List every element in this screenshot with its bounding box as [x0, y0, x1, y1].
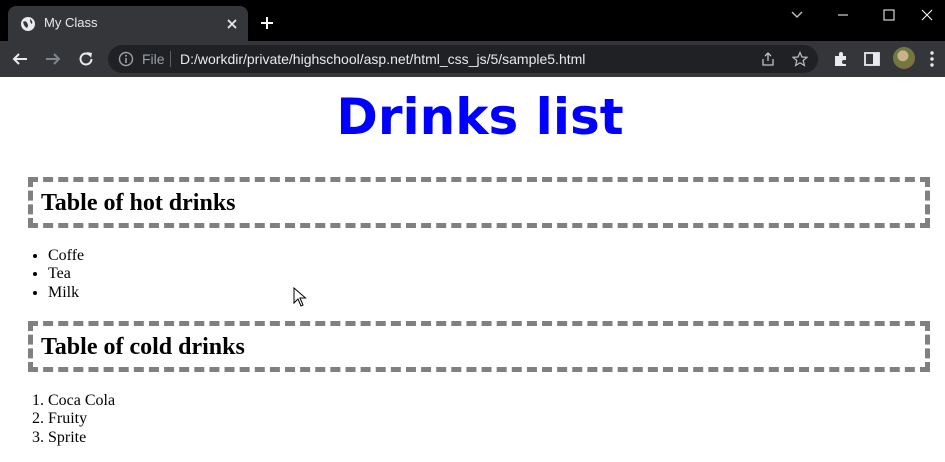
star-icon[interactable] — [792, 51, 808, 67]
minimize-button[interactable] — [820, 0, 866, 30]
globe-icon — [21, 17, 35, 31]
list-item: Coffe — [48, 247, 84, 265]
list-item: Sprite — [48, 429, 115, 447]
browser-toolbar: File D:/workdir/private/highschool/asp.n… — [0, 41, 945, 77]
list-item: Fruity — [48, 410, 115, 428]
web-page: Drinks list Table of hot drinks Coffe Te… — [0, 77, 945, 462]
extensions-icon[interactable] — [831, 49, 851, 69]
cold-drinks-list: Coca Cola Fruity Sprite — [0, 392, 115, 447]
hot-drinks-list: Coffe Tea Milk — [0, 247, 84, 302]
hot-drinks-heading-box: Table of hot drinks — [28, 177, 930, 228]
reload-icon[interactable] — [76, 49, 96, 69]
list-item: Milk — [48, 284, 84, 302]
back-arrow-icon[interactable] — [10, 49, 30, 69]
list-item: Tea — [48, 265, 84, 283]
cold-drinks-heading-box: Table of cold drinks — [28, 321, 930, 372]
url-text[interactable]: D:/workdir/private/highschool/asp.net/ht… — [180, 51, 585, 67]
page-title: Drinks list — [336, 88, 624, 146]
menu-dots-icon[interactable] — [922, 49, 942, 69]
tab-search-button[interactable] — [774, 0, 820, 30]
info-icon[interactable] — [118, 51, 134, 67]
close-window-button[interactable] — [904, 0, 945, 30]
tab-strip: My Class — [0, 0, 945, 41]
new-tab-icon[interactable] — [258, 14, 276, 32]
address-bar[interactable]: File D:/workdir/private/highschool/asp.n… — [108, 45, 818, 73]
tab-title: My Class — [44, 15, 98, 30]
hot-drinks-heading: Table of hot drinks — [41, 190, 236, 216]
maximize-icon — [883, 9, 895, 21]
close-tab-icon[interactable] — [223, 15, 241, 33]
close-icon — [921, 9, 933, 21]
profile-avatar[interactable] — [893, 47, 915, 69]
list-item: Coca Cola — [48, 392, 115, 410]
forward-arrow-icon[interactable] — [43, 49, 63, 69]
share-icon[interactable] — [760, 51, 776, 67]
chevron-down-icon — [791, 11, 803, 18]
address-divider — [170, 51, 171, 67]
mouse-pointer-icon — [293, 287, 307, 307]
minimize-icon — [838, 14, 848, 16]
side-panel-icon[interactable] — [862, 49, 882, 69]
url-scheme: File — [142, 51, 165, 67]
cold-drinks-heading: Table of cold drinks — [41, 334, 245, 360]
tab-my-class[interactable]: My Class — [8, 6, 248, 41]
